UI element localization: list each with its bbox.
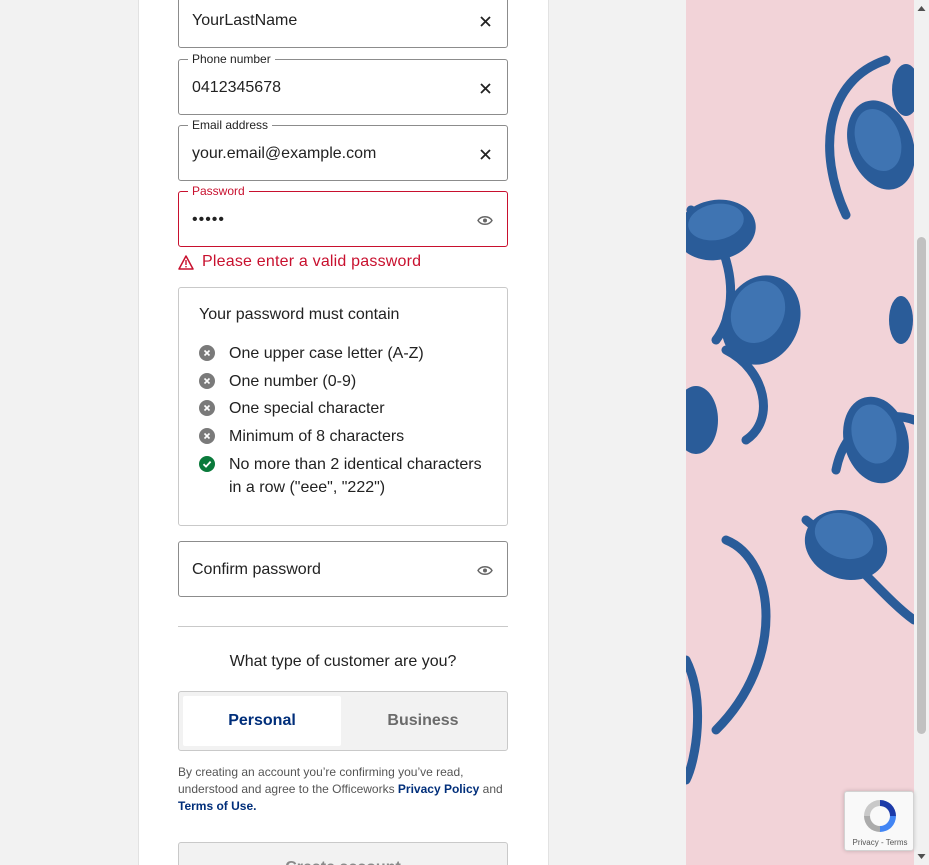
confirm-password-field[interactable]: Confirm password [178,541,508,597]
close-icon [479,148,491,160]
scrollbar-thumb[interactable] [917,237,926,734]
rule-text: One number (0-9) [229,373,357,390]
page-scrollbar[interactable] [914,0,929,865]
recaptcha-logo-icon [864,800,896,832]
warning-triangle-icon [178,254,194,270]
email-value: your.email@example.com [192,145,377,162]
rule-uppercase: One upper case letter (A-Z) [199,342,424,365]
last-name-value: YourLastName [192,12,298,29]
show-password-button[interactable] [475,210,495,230]
legal-middle: and [479,782,503,796]
last-name-field[interactable]: YourLastName [178,0,508,48]
email-field[interactable]: Email address your.email@example.com [178,118,508,181]
close-icon [479,82,491,94]
email-label: Email address [188,118,273,133]
customer-type-business[interactable]: Business [344,696,502,746]
rule-text: One upper case letter (A-Z) [229,345,424,362]
rule-identical-characters: No more than 2 identical characters in a… [199,453,489,499]
rule-min-length: Minimum of 8 characters [199,425,404,448]
hero-image [686,0,914,865]
rule-text: No more than 2 identical characters in a… [229,456,482,496]
close-icon [479,15,491,27]
password-error-text: Please enter a valid password [202,253,422,270]
rule-text: Minimum of 8 characters [229,428,405,445]
x-circle-icon [199,373,215,389]
clear-email-button[interactable] [475,144,495,164]
scroll-up-icon[interactable] [917,4,926,13]
password-rules-title: Your password must contain [199,306,400,323]
show-confirm-password-button[interactable] [475,560,495,580]
scroll-down-icon[interactable] [917,852,926,861]
rule-special-character: One special character [199,397,385,420]
phone-label: Phone number [188,52,275,67]
x-circle-icon [199,428,215,444]
password-rules-panel: Your password must contain One upper cas… [178,287,508,526]
rule-number: One number (0-9) [199,370,356,393]
eye-icon [477,565,493,575]
password-value: ••••• [192,211,226,228]
terms-of-use-link[interactable]: Terms of Use. [178,799,256,813]
check-circle-icon [199,456,215,472]
password-field[interactable]: Password ••••• [178,184,508,247]
eye-icon [477,215,493,225]
x-circle-icon [199,345,215,361]
password-error: Please enter a valid password [178,253,421,271]
rule-text: One special character [229,400,385,417]
recaptcha-badge[interactable]: Privacy - Terms [844,791,914,851]
clear-phone-button[interactable] [475,78,495,98]
customer-type-personal[interactable]: Personal [183,696,341,746]
privacy-policy-link[interactable]: Privacy Policy [398,782,479,796]
phone-field[interactable]: Phone number 0412345678 [178,52,508,115]
customer-type-toggle: Personal Business [178,691,508,751]
recaptcha-links[interactable]: Privacy - Terms [845,838,915,847]
headphones-illustration [686,55,914,785]
divider [178,626,508,627]
create-account-button[interactable]: Create account [178,842,508,865]
clear-last-name-button[interactable] [475,11,495,31]
legal-text: By creating an account you’re confirming… [178,764,510,815]
customer-type-question: What type of customer are you? [229,653,457,670]
confirm-password-placeholder: Confirm password [192,561,321,578]
x-circle-icon [199,400,215,416]
phone-value: 0412345678 [192,79,281,96]
password-label: Password [188,184,249,199]
